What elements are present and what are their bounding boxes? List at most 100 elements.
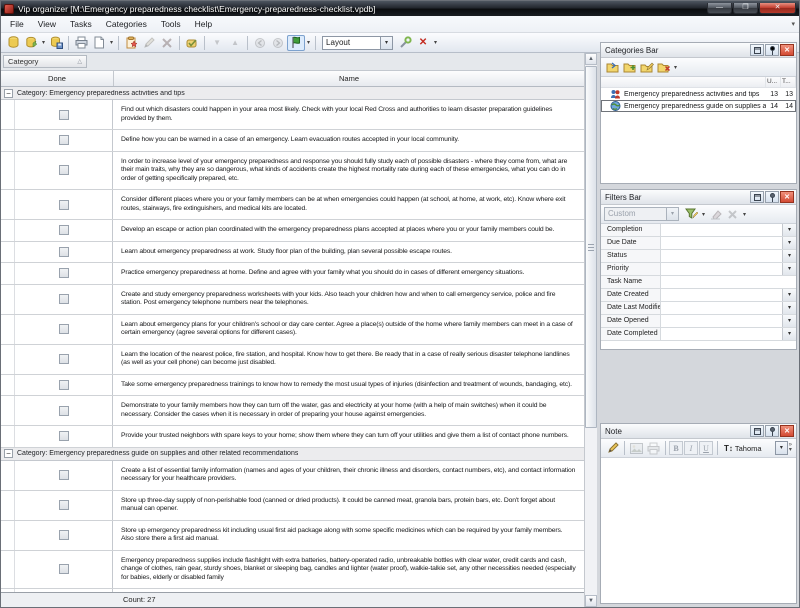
clear-filter-button[interactable] [707,207,724,222]
filter-value[interactable] [661,328,782,340]
task-checkbox[interactable] [59,431,69,441]
menu-tasks[interactable]: Tasks [63,17,99,31]
task-row[interactable]: Provide your trusted neighbors with spar… [1,426,584,448]
edit-task-button[interactable] [140,35,158,51]
font-name-value[interactable]: Tahoma [735,444,775,453]
minimize-button[interactable]: — [707,3,732,14]
task-row[interactable]: Develop an escape or action plan coordin… [1,220,584,242]
task-checkbox[interactable] [59,530,69,540]
column-header-name[interactable]: Name [114,71,584,86]
filter-value[interactable] [661,289,782,301]
menu-categories[interactable]: Categories [99,17,154,31]
layout-combo-value[interactable]: Layout [322,36,380,50]
print-dropdown-icon[interactable]: ▾ [108,39,115,46]
delete-layout-button[interactable]: ✕ [414,35,432,51]
task-checkbox[interactable] [59,268,69,278]
task-checkbox[interactable] [59,247,69,257]
move-down-button[interactable]: ▼ [208,35,226,51]
menu-tools[interactable]: Tools [154,17,188,31]
edit-category-button[interactable] [638,60,655,75]
move-up-button[interactable]: ▲ [226,35,244,51]
insert-image-button[interactable] [628,441,645,456]
group-by-category-button[interactable]: Category △ [3,55,87,68]
task-checkbox[interactable] [59,225,69,235]
task-row[interactable]: Demonstrate to your family members how t… [1,396,584,426]
menu-help[interactable]: Help [188,17,219,31]
scroll-up-icon[interactable]: ▲ [585,53,597,65]
task-checkbox[interactable] [59,500,69,510]
task-row[interactable]: Learn the location of the nearest police… [1,345,584,375]
maximize-button[interactable]: ❐ [733,3,758,14]
task-checkbox[interactable] [59,324,69,334]
filter-value[interactable] [661,315,782,327]
task-row[interactable]: Store up three-day supply of non-perisha… [1,491,584,521]
total-column-header[interactable]: T... [781,77,796,87]
close-panel-icon[interactable]: ✕ [780,425,794,437]
layout-dropdown-icon[interactable]: ▾ [432,39,439,46]
close-panel-icon[interactable]: ✕ [780,191,794,203]
task-checkbox[interactable] [59,564,69,574]
filter-dropdown-icon[interactable]: ▾ [782,302,796,314]
underline-button[interactable]: U [699,441,713,455]
delete-task-button[interactable] [158,35,176,51]
category-item[interactable]: Emergency preparedness activities and ti… [601,88,796,100]
task-row[interactable]: Find out which disasters could happen in… [1,100,584,130]
pin-panel-icon[interactable] [765,425,779,437]
filter-value[interactable] [661,250,782,262]
category-item-selected[interactable]: Emergency preparedness guide on supplies… [601,100,796,112]
note-text-area[interactable] [601,458,796,603]
task-checkbox[interactable] [59,380,69,390]
group-row[interactable]: − Category: Emergency preparedness guide… [1,448,584,461]
open-database-dropdown-icon[interactable]: ▾ [40,39,47,46]
filter-dropdown-icon[interactable]: ▾ [782,289,796,301]
task-checkbox[interactable] [59,165,69,175]
task-checkbox[interactable] [59,470,69,480]
task-checkbox[interactable] [59,406,69,416]
filter-value[interactable] [661,276,796,288]
menu-view[interactable]: View [31,17,63,31]
task-row[interactable]: Learn about emergency plans for your chi… [1,315,584,345]
task-checkbox[interactable] [59,294,69,304]
next-task-button[interactable] [269,35,287,51]
delete-category-button[interactable] [655,60,672,75]
close-button[interactable]: ✕ [759,3,796,14]
task-row[interactable]: Take some emergency preparedness trainin… [1,375,584,397]
pin-panel-icon[interactable] [765,44,779,56]
close-panel-icon[interactable]: ✕ [780,44,794,56]
apply-filter-button[interactable] [683,207,700,222]
group-row[interactable]: − Category: Emergency preparedness activ… [1,87,584,100]
list-scrollbar[interactable]: ▲ ▼ [584,53,597,607]
restore-panel-icon[interactable] [750,191,764,203]
filter-value[interactable] [661,263,782,275]
layout-combo-dropdown-icon[interactable]: ▾ [380,36,393,50]
menu-file[interactable]: File [3,17,31,31]
scrollbar-thumb[interactable] [585,66,597,428]
toolbar-overflow-icon[interactable]: »▾ [789,443,793,453]
filter-dropdown-icon[interactable]: ▾ [782,328,796,340]
save-database-button[interactable] [47,35,65,51]
task-checkbox[interactable] [59,110,69,120]
apply-filter-dropdown-icon[interactable]: ▾ [700,211,707,218]
customize-layout-button[interactable] [396,35,414,51]
filter-preset-combobox[interactable]: Custom ▾ [604,207,679,221]
restore-panel-icon[interactable] [750,44,764,56]
collapse-icon[interactable]: − [4,449,13,458]
font-combobox[interactable]: T↕ Tahoma ▾ [721,441,788,455]
task-checkbox[interactable] [59,200,69,210]
task-row[interactable]: Define how you can be warned in a case o… [1,130,584,152]
flag-button[interactable] [287,35,305,51]
column-header-done[interactable]: Done [1,71,114,86]
new-task-button[interactable] [122,35,140,51]
task-row[interactable]: Practice emergency preparedness at home.… [1,263,584,285]
pin-panel-icon[interactable] [765,191,779,203]
task-row[interactable]: Consider different places where you or y… [1,190,584,220]
filter-preset-dropdown-icon[interactable]: ▾ [666,207,679,221]
task-checkbox[interactable] [59,354,69,364]
category-name-column[interactable] [601,77,766,87]
filter-dropdown-icon[interactable]: ▾ [782,250,796,262]
complete-task-button[interactable] [183,35,201,51]
font-dropdown-icon[interactable]: ▾ [775,441,788,455]
delete-filter-button[interactable] [724,207,741,222]
task-row[interactable]: In order to increase level of your emerg… [1,152,584,191]
task-row[interactable]: Emergency preparedness supplies include … [1,551,584,590]
